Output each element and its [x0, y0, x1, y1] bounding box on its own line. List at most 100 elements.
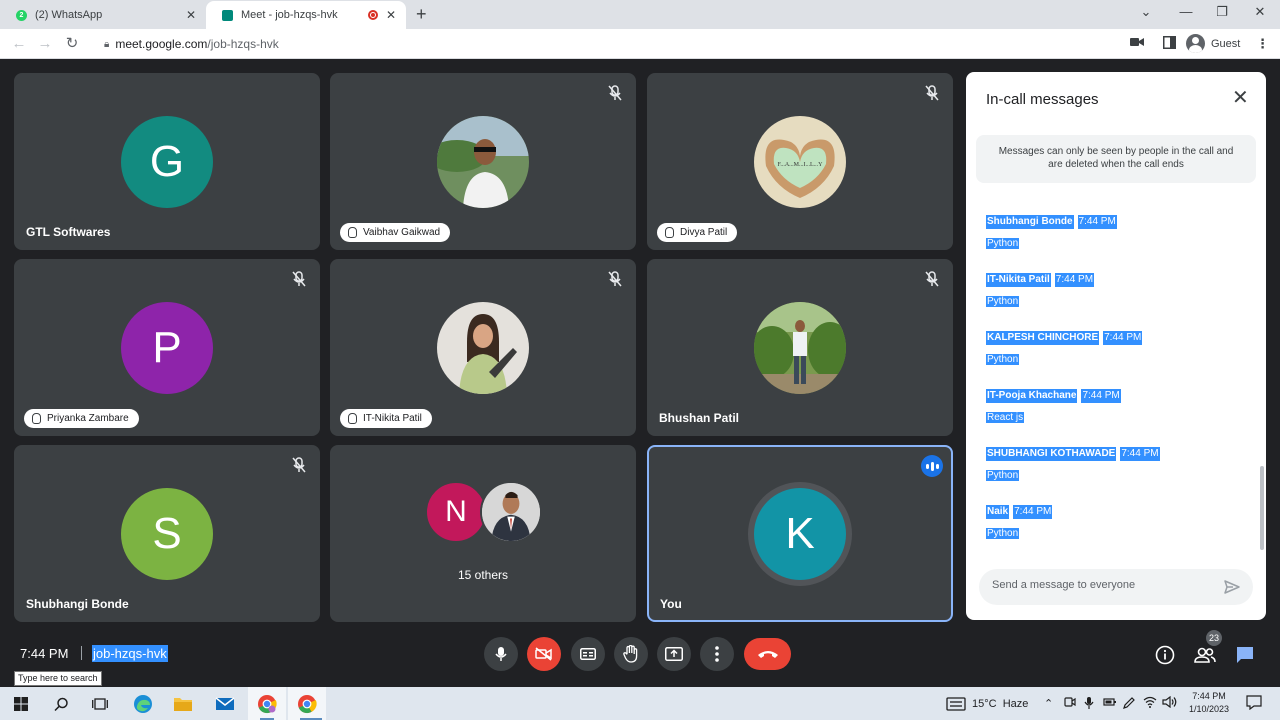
present-button[interactable]	[657, 637, 691, 671]
avatar: G	[121, 115, 213, 208]
search-icon[interactable]	[50, 693, 72, 715]
captions-button[interactable]	[571, 637, 605, 671]
participant-tile[interactable]: S Shubhangi Bonde	[14, 445, 320, 622]
tab-whatsapp[interactable]: 2 (2) WhatsApp ✕	[0, 1, 206, 29]
send-icon[interactable]	[1223, 578, 1241, 596]
haze-icon	[946, 697, 966, 711]
taskbar-clock[interactable]: 7:44 PM 1/10/2023	[1186, 690, 1232, 716]
url-field[interactable]: 🔒︎ meet.google.com/job-hzqs-hvk	[104, 37, 279, 51]
wifi-icon[interactable]	[1143, 696, 1157, 711]
side-panel-icon[interactable]	[1163, 36, 1176, 52]
people-button[interactable]	[1194, 644, 1216, 666]
maximize-button[interactable]: ❐	[1212, 4, 1232, 20]
participant-name: Vaibhav Gaikwad	[363, 227, 441, 238]
battery-icon[interactable]	[1103, 696, 1117, 711]
pin-icon	[348, 413, 357, 424]
participant-tile[interactable]: Vaibhav Gaikwad	[330, 73, 636, 250]
clock-date: 1/10/2023	[1188, 704, 1230, 714]
pin-icon	[32, 413, 41, 424]
list-item: Naik 7:44 PM Python	[986, 505, 1246, 563]
pin-icon	[348, 227, 357, 238]
avatar	[754, 301, 846, 394]
chrome-profile-icon[interactable]	[256, 693, 278, 715]
close-tab-icon[interactable]: ✕	[184, 8, 198, 22]
avatar-icon	[1186, 34, 1205, 53]
tab-title: Meet - job-hzqs-hvk	[241, 9, 338, 21]
message-text: Python	[986, 470, 1020, 481]
new-tab-button[interactable]: +	[416, 5, 427, 23]
message-list[interactable]: Shubhangi Bonde 7:44 PM Python IT-Nikita …	[986, 215, 1246, 563]
list-item: IT-Nikita Patil 7:44 PM Python	[986, 273, 1246, 331]
participant-name: Bhushan Patil	[659, 411, 740, 425]
list-item: Shubhangi Bonde 7:44 PM Python	[986, 215, 1246, 273]
participant-name: Shubhangi Bonde	[26, 597, 129, 611]
svg-text:F...A...M...I...L...Y: F...A...M...I...L...Y	[777, 162, 823, 168]
participant-name-pill: Priyanka Zambare	[24, 409, 139, 428]
volume-icon[interactable]	[1162, 695, 1177, 711]
notifications-icon[interactable]	[1246, 695, 1262, 713]
close-tab-icon[interactable]: ✕	[384, 8, 398, 22]
camera-toggle-button[interactable]	[527, 637, 561, 671]
chevron-up-icon[interactable]: ⌃	[1044, 697, 1053, 710]
message-sender: KALPESH CHINCHORE	[986, 331, 1100, 345]
self-tile[interactable]: K You	[647, 445, 953, 622]
participant-name: You	[660, 597, 682, 611]
whatsapp-icon: 2	[16, 9, 27, 21]
message-input[interactable]	[992, 579, 1212, 591]
message-time: 7:44 PM	[1054, 273, 1095, 287]
meeting-details-button[interactable]	[1154, 644, 1176, 666]
mic-off-icon	[925, 85, 939, 101]
minimize-button[interactable]: —	[1176, 4, 1196, 19]
more-options-button[interactable]	[700, 637, 734, 671]
chat-button[interactable]	[1234, 644, 1256, 666]
chrome-icon[interactable]	[296, 693, 318, 715]
hand-icon	[623, 645, 638, 663]
pen-icon[interactable]	[1122, 696, 1136, 713]
meeting-code: job-hzqs-hvk	[92, 645, 168, 662]
participant-tile[interactable]: G GTL Softwares	[14, 73, 320, 250]
message-composer	[979, 569, 1253, 605]
weather-text: 15°C Haze	[972, 698, 1029, 710]
meet-icon	[222, 9, 233, 21]
message-sender: Naik	[986, 505, 1010, 519]
windows-start-icon[interactable]	[10, 693, 32, 715]
pin-icon	[665, 227, 674, 238]
weather-widget[interactable]: 15°C Haze	[946, 697, 1028, 711]
participant-tile[interactable]: F...A...M...I...L...Y Divya Patil	[647, 73, 953, 250]
others-tile[interactable]: N 15 others	[330, 445, 636, 622]
present-icon	[665, 647, 683, 661]
participant-tile[interactable]: P Priyanka Zambare	[14, 259, 320, 436]
tab-meet[interactable]: Meet - job-hzqs-hvk ✕	[206, 1, 406, 29]
close-icon[interactable]: ✕	[1232, 88, 1249, 108]
edge-icon[interactable]	[132, 693, 154, 715]
menu-icon[interactable]: ⋮	[1256, 36, 1269, 52]
participant-name: GTL Softwares	[26, 225, 111, 239]
reload-button[interactable]: ↻	[63, 35, 81, 52]
participant-tile[interactable]: IT-Nikita Patil	[330, 259, 636, 436]
camera-off-icon	[535, 647, 552, 661]
file-explorer-icon[interactable]	[172, 693, 194, 715]
participant-name-pill: IT-Nikita Patil	[340, 409, 432, 428]
mic-button[interactable]	[484, 637, 518, 671]
chat-scrollbar[interactable]	[1260, 466, 1264, 550]
participant-tile[interactable]: Bhushan Patil	[647, 259, 953, 436]
meet-tray-icon[interactable]	[1064, 696, 1076, 711]
participant-name-pill: Divya Patil	[657, 223, 738, 242]
raise-hand-button[interactable]	[614, 637, 648, 671]
task-view-icon[interactable]	[89, 693, 111, 715]
more-vert-icon	[715, 646, 719, 662]
forward-button[interactable]: →	[36, 35, 54, 52]
participant-name-pill: Vaibhav Gaikwad	[340, 223, 451, 242]
mic-off-icon	[608, 271, 622, 287]
profile-button[interactable]: Guest	[1186, 34, 1240, 53]
leave-call-button[interactable]	[744, 638, 791, 670]
mic-tray-icon[interactable]	[1084, 696, 1094, 713]
camera-icon[interactable]	[1130, 36, 1144, 51]
mail-icon[interactable]	[214, 693, 236, 715]
address-bar: ← → ↻ 🔒︎ meet.google.com/job-hzqs-hvk Gu…	[0, 29, 1280, 59]
back-button[interactable]: ←	[10, 35, 28, 52]
tab-search-icon[interactable]: ⌄	[1136, 4, 1156, 20]
message-time: 7:44 PM	[1103, 331, 1143, 345]
speaking-indicator-icon	[921, 455, 943, 477]
close-window-button[interactable]: ✕	[1250, 4, 1270, 20]
